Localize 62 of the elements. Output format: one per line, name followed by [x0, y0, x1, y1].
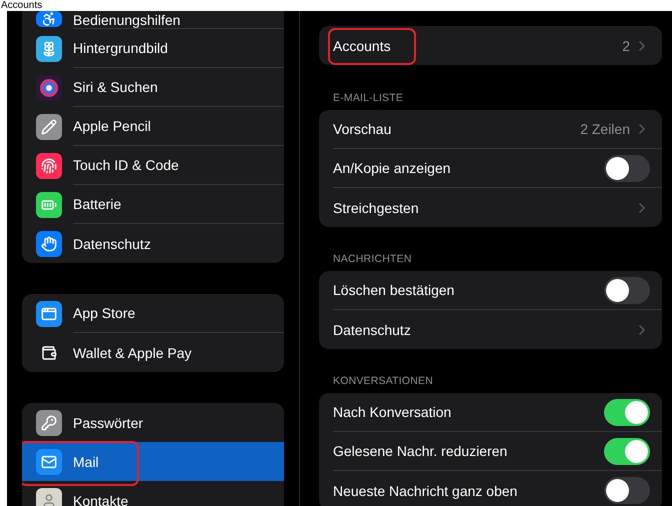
- settings-row[interactable]: Nach Konversation: [319, 393, 662, 432]
- row-value: 2: [622, 38, 630, 54]
- settings-row[interactable]: Löschen bestätigen: [319, 271, 662, 310]
- toggle-switch[interactable]: [604, 477, 650, 504]
- item-label: Bedienungshilfen: [73, 11, 284, 29]
- item-label: Hintergrundbild: [73, 29, 284, 68]
- row-label: Streichgesten: [333, 200, 420, 216]
- item-label: Datenschutz: [73, 234, 152, 254]
- section-header: KONVERSATIONEN: [332, 375, 434, 389]
- envelope-icon: [36, 448, 62, 474]
- sidebar-item[interactable]: Bedienungshilfen: [22, 11, 284, 29]
- item-label: Wallet & Apple Pay: [73, 344, 193, 363]
- settings-row[interactable]: Vorschau 2 Zeilen: [319, 110, 662, 149]
- section-header: E-MAIL-LISTE: [332, 92, 404, 106]
- battery-icon: [36, 192, 62, 218]
- row-label: Gelesene Nachr. reduzieren: [333, 443, 508, 459]
- section-header: NACHRICHTEN: [332, 253, 413, 267]
- item-label: Siri & Suchen: [73, 68, 284, 107]
- sidebar-item[interactable]: Passwörter: [22, 403, 284, 442]
- settings-row[interactable]: Gelesene Nachr. reduzieren: [319, 432, 662, 471]
- item-label: App Store: [73, 294, 284, 333]
- settings-row[interactable]: Neueste Nachricht ganz oben: [319, 471, 662, 506]
- row-label: Neueste Nachricht ganz oben: [333, 482, 518, 498]
- person-icon: [36, 488, 62, 506]
- row-label: Löschen bestätigen: [333, 282, 456, 298]
- page-title: Accounts: [0, 0, 42, 11]
- row-label: An/Kopie anzeigen: [333, 160, 452, 176]
- toggle-switch[interactable]: [604, 276, 650, 304]
- row-label: Datenschutz: [333, 322, 412, 338]
- item-label: Apple Pencil: [73, 107, 284, 146]
- settings-row[interactable]: Accounts 2: [319, 26, 662, 65]
- sidebar-item[interactable]: Apple Pencil: [22, 107, 284, 146]
- toggle-switch[interactable]: [604, 154, 650, 182]
- sidebar-item[interactable]: Hintergrundbild: [22, 29, 284, 68]
- settings-row[interactable]: An/Kopie anzeigen: [319, 149, 662, 188]
- settings-row[interactable]: Streichgesten: [319, 188, 662, 227]
- row-label: Accounts: [333, 38, 392, 54]
- fingerprint-icon: [36, 152, 62, 178]
- sidebar-item[interactable]: Datenschutz: [22, 224, 284, 263]
- sidebar-item[interactable]: Kontakte: [22, 481, 284, 506]
- sidebar-item[interactable]: Touch ID & Code: [22, 146, 284, 185]
- toggle-switch[interactable]: [604, 438, 650, 464]
- orb-icon: [36, 74, 62, 100]
- item-label: Mail: [73, 452, 100, 472]
- settings-row[interactable]: Datenschutz: [319, 310, 662, 349]
- sidebar-item[interactable]: Batterie: [22, 185, 284, 224]
- toggle-switch[interactable]: [604, 398, 650, 426]
- item-label: Touch ID & Code: [73, 146, 284, 185]
- pencil-icon: [36, 114, 62, 140]
- item-label: Kontakte: [73, 492, 130, 506]
- sidebar-item[interactable]: Siri & Suchen: [22, 68, 284, 107]
- row-label: Nach Konversation: [333, 404, 452, 420]
- sidebar-item[interactable]: App Store: [22, 294, 284, 333]
- flower-icon: [36, 36, 62, 62]
- item-label: Batterie: [73, 185, 284, 224]
- key-icon: [36, 410, 62, 436]
- row-value: 2 Zeilen: [580, 121, 630, 137]
- sidebar-item[interactable]: Wallet & Apple Pay: [22, 333, 284, 372]
- hand-icon: [36, 230, 62, 256]
- row-label: Vorschau: [333, 121, 392, 137]
- app-store-icon: [36, 300, 62, 326]
- item-label: Passwörter: [73, 414, 144, 432]
